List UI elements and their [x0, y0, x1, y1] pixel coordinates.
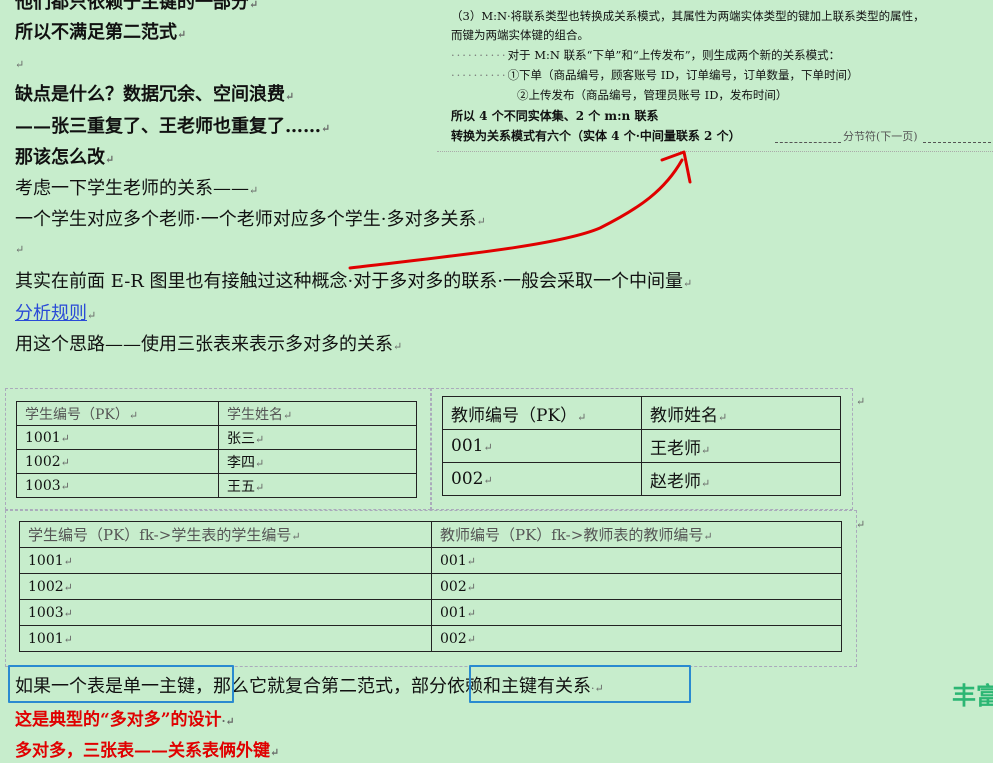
table-row: 1001↵ 001↵ [19, 547, 842, 574]
watermark-logo: 丰富 [952, 681, 993, 710]
header-cell: 学生编号（PK）fk->学生表的学生编号↵ [19, 521, 432, 548]
cell: 002↵ [442, 462, 642, 496]
table-row: 001↵ 王老师↵ [442, 429, 841, 463]
relation-table: 学生编号（PK）fk->学生表的学生编号↵ 教师编号（PK）fk->教师表的教师… [19, 521, 842, 652]
header-cell: 教师编号（PK）fk->教师表的教师编号↵ [431, 521, 842, 548]
cell: 1001↵ [19, 625, 432, 652]
table-header-row: 学生编号（PK）↵ 学生姓名↵ [16, 401, 417, 426]
table-header-row: 学生编号（PK）fk->学生表的学生编号↵ 教师编号（PK）fk->教师表的教师… [19, 521, 842, 548]
cell-end-mark: ↵ [856, 395, 866, 408]
students-table: 学生编号（PK）↵ 学生姓名↵ 1001↵ 张三↵ 1002↵ 李四↵ 1003… [16, 401, 417, 498]
table-row: 1002↵ 李四↵ [16, 449, 417, 474]
table-row: 1001↵ 002↵ [19, 625, 842, 652]
cell: 001↵ [431, 599, 842, 626]
cell: 1002↵ [19, 573, 432, 600]
cell: 001↵ [442, 429, 642, 463]
cell: 1001↵ [16, 425, 219, 450]
red-note-1: 这是典型的“多对多”的设计·↵ [15, 710, 235, 730]
header-cell: 学生姓名↵ [218, 401, 417, 426]
cell: 1003↵ [16, 473, 219, 498]
table-row: 002↵ 赵老师↵ [442, 462, 841, 496]
cell: 1003↵ [19, 599, 432, 626]
header-cell: 教师编号（PK）↵ [442, 396, 642, 430]
red-note-2: 多对多，三张表——关系表俩外键↵ [15, 741, 280, 761]
cell: 1002↵ [16, 449, 219, 474]
table-row: 1001↵ 张三↵ [16, 425, 417, 450]
header-cell: 教师姓名↵ [641, 396, 841, 430]
cell: 赵老师↵ [641, 462, 841, 496]
cell: 002↵ [431, 573, 842, 600]
teachers-table: 教师编号（PK）↵ 教师姓名↵ 001↵ 王老师↵ 002↵ 赵老师↵ [442, 396, 841, 496]
cell-end-mark: ↵ [856, 518, 866, 531]
cell: 002↵ [431, 625, 842, 652]
table-row: 1002↵ 002↵ [19, 573, 842, 600]
table-row: 1003↵ 王五↵ [16, 473, 417, 498]
cell: 王五↵ [218, 473, 417, 498]
highlight-box-1 [8, 665, 234, 703]
highlight-box-2 [469, 665, 691, 703]
cell: 王老师↵ [641, 429, 841, 463]
cell: 001↵ [431, 547, 842, 574]
table-header-row: 教师编号（PK）↵ 教师姓名↵ [442, 396, 841, 430]
cell: 张三↵ [218, 425, 417, 450]
table-row: 1003↵ 001↵ [19, 599, 842, 626]
cell: 李四↵ [218, 449, 417, 474]
header-cell: 学生编号（PK）↵ [16, 401, 219, 426]
cell: 1001↵ [19, 547, 432, 574]
